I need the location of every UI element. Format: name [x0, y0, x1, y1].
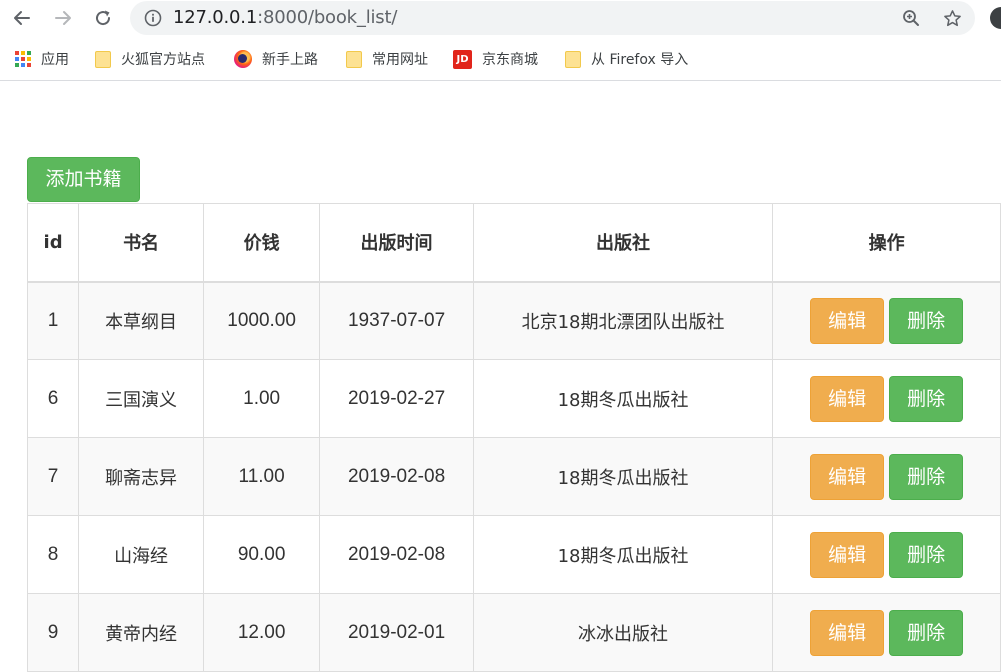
cell-price: 90.00 [203, 515, 321, 594]
delete-button[interactable]: 删除 [889, 609, 964, 656]
cell-id: 8 [26, 515, 80, 594]
edit-button[interactable]: 编辑 [810, 531, 885, 578]
cell-date: 2019-02-08 [319, 437, 474, 516]
cell-publisher: 18期冬瓜出版社 [472, 359, 774, 438]
firefox-icon [234, 50, 252, 68]
cell-actions: 编辑 删除 [772, 515, 1001, 594]
cell-actions: 编辑 删除 [772, 359, 1001, 438]
jd-icon: JD [453, 49, 472, 69]
header-title: 书名 [78, 203, 205, 283]
back-arrow-icon [14, 11, 30, 25]
cell-actions: 编辑 删除 [772, 281, 1001, 360]
bookmark-label: 京东商城 [482, 52, 538, 68]
bookmark-label: 常用网址 [372, 52, 428, 68]
back-button[interactable] [10, 6, 34, 30]
cell-date: 2019-02-27 [319, 359, 474, 438]
bookmark-jd[interactable]: JD 京东商城 [453, 48, 538, 70]
bookmark-firefox-site[interactable]: 火狐官方站点 [95, 48, 205, 70]
cell-title: 三国演义 [78, 359, 205, 438]
add-book-button[interactable]: 添加书籍 [27, 157, 140, 202]
folder-icon [346, 50, 362, 68]
folder-icon [565, 50, 581, 68]
cell-title: 山海经 [78, 515, 205, 594]
header-price: 价钱 [203, 203, 321, 283]
table-header-row: id 书名 价钱 出版时间 出版社 操作 [26, 203, 1001, 283]
delete-button[interactable]: 删除 [889, 297, 964, 344]
cell-id: 7 [26, 437, 80, 516]
cell-publisher: 18期冬瓜出版社 [472, 515, 774, 594]
cell-price: 11.00 [203, 437, 321, 516]
bookmark-getting-started[interactable]: 新手上路 [234, 48, 318, 70]
cell-publisher: 18期冬瓜出版社 [472, 437, 774, 516]
bookmark-star-icon[interactable] [943, 9, 962, 28]
url-text[interactable]: 127.0.0.1:8000/book_list/ [173, 1, 397, 35]
book-table: id 书名 价钱 出版时间 出版社 操作 1 本草纲目 1000.00 1937… [26, 203, 1001, 672]
edit-button[interactable]: 编辑 [810, 609, 885, 656]
cell-date: 2019-02-08 [319, 515, 474, 594]
cell-title: 本草纲目 [78, 281, 205, 360]
cell-title: 聊斋志异 [78, 437, 205, 516]
bookmark-label: 火狐官方站点 [121, 52, 205, 68]
delete-button[interactable]: 删除 [889, 375, 964, 422]
cell-id: 6 [26, 359, 80, 438]
bookmarks-bar: 应用 火狐官方站点 新手上路 常用网址 JD 京东商城 从 Firefox 导入 [0, 36, 1001, 81]
header-publish-date: 出版时间 [319, 203, 474, 283]
bookmark-label: 从 Firefox 导入 [591, 52, 689, 68]
forward-arrow-icon [55, 11, 71, 25]
cell-actions: 编辑 删除 [772, 437, 1001, 516]
reload-button[interactable] [91, 6, 115, 30]
bookmark-apps[interactable]: 应用 [15, 48, 69, 70]
header-publisher: 出版社 [472, 203, 774, 283]
cell-date: 1937-07-07 [319, 281, 474, 360]
bookmark-label: 应用 [41, 52, 69, 68]
delete-button[interactable]: 删除 [889, 531, 964, 578]
cell-publisher: 北京18期北漂团队出版社 [472, 281, 774, 360]
address-bar[interactable]: 127.0.0.1:8000/book_list/ [130, 1, 975, 35]
cell-price: 1.00 [203, 359, 321, 438]
delete-button[interactable]: 删除 [889, 453, 964, 500]
table-row: 6 三国演义 1.00 2019-02-27 18期冬瓜出版社 编辑 删除 [26, 359, 1001, 438]
profile-avatar[interactable] [990, 7, 1001, 29]
zoom-icon[interactable] [902, 9, 920, 27]
table-row: 7 聊斋志异 11.00 2019-02-08 18期冬瓜出版社 编辑 删除 [26, 437, 1001, 516]
folder-icon [95, 50, 111, 68]
bookmark-common-sites[interactable]: 常用网址 [346, 48, 428, 70]
header-id: id [26, 203, 80, 283]
apps-icon [15, 51, 31, 67]
forward-button[interactable] [51, 6, 75, 30]
table-row: 8 山海经 90.00 2019-02-08 18期冬瓜出版社 编辑 删除 [26, 515, 1001, 594]
edit-button[interactable]: 编辑 [810, 297, 885, 344]
browser-toolbar: 127.0.0.1:8000/book_list/ [0, 0, 1001, 36]
edit-button[interactable]: 编辑 [810, 375, 885, 422]
url-host: 127.0.0.1 [173, 7, 258, 28]
cell-price: 1000.00 [203, 281, 321, 360]
bookmark-import-firefox[interactable]: 从 Firefox 导入 [565, 48, 688, 70]
reload-icon [96, 10, 111, 26]
header-actions: 操作 [772, 203, 1001, 283]
bookmark-label: 新手上路 [262, 52, 318, 68]
url-path: :8000/book_list/ [257, 7, 398, 28]
cell-id: 1 [26, 281, 80, 360]
edit-button[interactable]: 编辑 [810, 453, 885, 500]
table-row: 1 本草纲目 1000.00 1937-07-07 北京18期北漂团队出版社 编… [26, 281, 1001, 360]
info-icon[interactable] [144, 9, 162, 27]
